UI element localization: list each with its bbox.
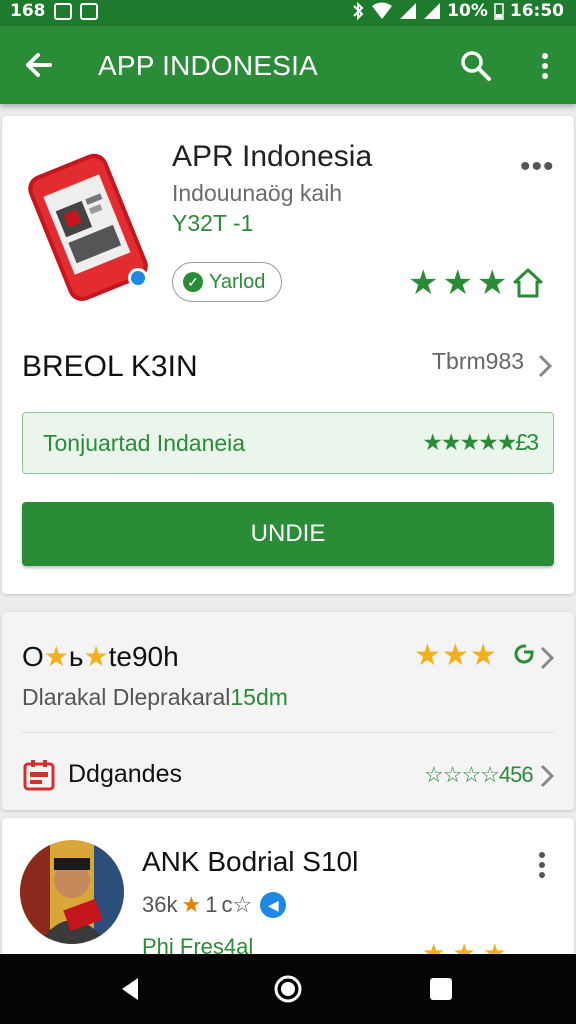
bluetooth-icon (353, 2, 364, 20)
status-left-text: 168 (10, 1, 46, 21)
star-filled-icon: ★ (476, 264, 508, 302)
chip-label: Yarlod (209, 270, 266, 293)
highlight-text: Tonjuartad Indaneia (43, 430, 246, 456)
section-meta: Tbrm983 (432, 348, 525, 374)
star-outline-icon (513, 268, 543, 298)
overflow-menu-icon[interactable] (530, 48, 560, 84)
chevron-right-icon[interactable] (538, 644, 556, 672)
app-bar-title: APP INDONESIA (98, 50, 318, 81)
publisher-count: 36k (142, 892, 178, 917)
rating-title: O★ь★te90h (22, 640, 179, 673)
publisher-name: ANK Bodrial S10l (142, 846, 359, 877)
app-phone-icon[interactable] (18, 142, 166, 302)
camera-notification-icon (79, 2, 98, 20)
star-filled-icon: ★ (442, 264, 473, 302)
highlight-banner[interactable]: Tonjuartad Indaneia ★★★★★£3 (22, 412, 554, 474)
app-detail-card: APR Indonesia Indouunaög kaih Y32T -1 ••… (2, 116, 574, 594)
cell-signal-icon (400, 3, 417, 19)
divider (22, 732, 554, 733)
publisher-rating: 1 (205, 892, 218, 917)
publisher-overflow-icon[interactable] (532, 848, 552, 882)
cell-signal-2-icon (424, 3, 441, 19)
star-rating: ★ ★ ★ (408, 266, 545, 300)
app-version: Y32T -1 (172, 210, 254, 236)
recents-nav-icon[interactable] (424, 972, 458, 1006)
search-icon[interactable] (458, 48, 494, 84)
publisher-meta: 36k ★ 1 c☆ ◀ (142, 892, 287, 918)
battery-icon (494, 3, 504, 20)
verified-chip[interactable]: ✓ Yarlod (172, 262, 282, 302)
home-nav-icon[interactable] (271, 972, 305, 1006)
star-filled-icon: ★ (181, 892, 202, 917)
rating-subtitle-text: Dlarakal Dleprakaral (22, 684, 231, 710)
navigation-bar (0, 954, 576, 1024)
section-title: BREOL K3IN (22, 350, 198, 383)
app-name: APR Indonesia (172, 140, 373, 173)
wifi-icon (372, 2, 393, 19)
publisher-card: ANK Bodrial S10l 36k ★ 1 c☆ ◀ Phi Fres4a… (2, 818, 574, 968)
highlight-rating: ★★★★★£3 (422, 429, 539, 455)
rating-subtitle-suffix: 15dm (230, 684, 288, 710)
chevron-right-icon[interactable] (538, 762, 556, 790)
developer-name[interactable]: Indouunaög kaih (172, 180, 342, 207)
category-label[interactable]: Ddgandes (68, 760, 182, 789)
star-filled-icon: ★ (408, 264, 439, 302)
star-filled-icon: ★ (43, 641, 69, 672)
app-bar: APP INDONESIA (0, 26, 576, 104)
avatar[interactable] (20, 840, 124, 944)
refresh-icon[interactable] (512, 642, 536, 666)
back-arrow-icon[interactable] (20, 46, 58, 84)
status-bar: 168 10% 16:50 (0, 0, 576, 26)
rating-title-pre: O (22, 641, 44, 672)
clock: 16:50 (509, 1, 564, 21)
star-filled-icon: ★ (83, 641, 109, 672)
calendar-icon (23, 760, 55, 791)
rating-title-mid: ь (68, 641, 84, 672)
rating-title-post: te90h (108, 641, 179, 672)
image-notification-icon (53, 2, 72, 20)
back-nav-icon[interactable] (114, 972, 148, 1006)
rating-card: O★ь★te90h ★★★ Dlarakal Dleprakaral15dm D… (2, 612, 574, 810)
battery-percent: 10% (447, 1, 488, 21)
install-button[interactable]: UNDIE (22, 502, 554, 566)
check-icon: ✓ (183, 272, 203, 292)
card-overflow-icon[interactable]: ••• (520, 150, 555, 184)
yellow-star-rating: ★★★ (414, 639, 498, 672)
chevron-right-icon[interactable] (536, 352, 554, 380)
category-rating: ☆☆☆☆456 (424, 762, 534, 787)
publisher-rating-suffix: c☆ (221, 892, 253, 917)
verified-badge-icon: ◀ (260, 892, 287, 918)
rating-subtitle: Dlarakal Dleprakaral15dm (22, 684, 288, 711)
